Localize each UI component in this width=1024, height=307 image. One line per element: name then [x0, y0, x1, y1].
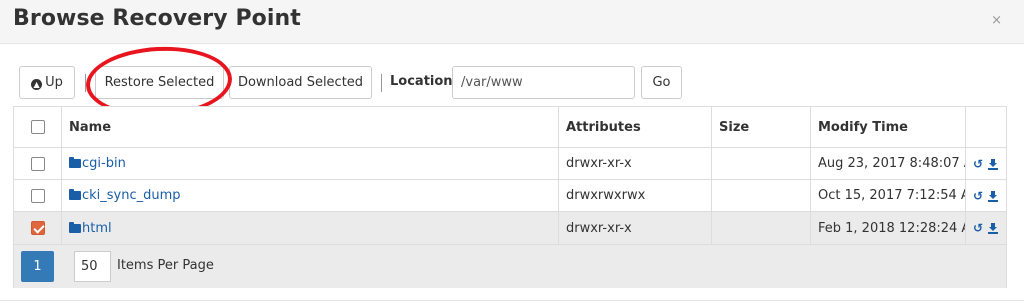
column-header-attributes[interactable]: Attributes	[559, 107, 712, 147]
column-header-name[interactable]: Name	[62, 107, 559, 147]
name-cell: cgi-bin	[62, 148, 559, 179]
table-header-row: Name Attributes Size Modify Time	[14, 107, 1006, 148]
actions-cell: ↺	[966, 180, 1006, 211]
size-cell	[712, 180, 811, 211]
download-icon[interactable]	[986, 220, 1000, 236]
row-checkbox[interactable]	[31, 188, 45, 203]
row-check-cell	[14, 212, 62, 244]
up-button[interactable]: ▲ Up	[19, 66, 75, 99]
row-check-cell	[14, 180, 62, 211]
download-icon[interactable]	[986, 188, 1000, 204]
modify-time-cell: Aug 23, 2017 8:48:07 AM	[811, 148, 966, 179]
download-icon[interactable]	[986, 156, 1000, 172]
attributes-cell: drwxr-xr-x	[559, 148, 712, 179]
dialog-title: Browse Recovery Point	[13, 6, 301, 31]
column-header-actions	[966, 107, 1006, 147]
divider	[0, 300, 1024, 301]
actions-cell: ↺	[966, 148, 1006, 179]
row-check-cell	[14, 148, 62, 179]
restore-selected-button[interactable]: Restore Selected	[95, 66, 224, 99]
modify-time-cell: Oct 15, 2017 7:12:54 AM	[811, 180, 966, 211]
column-header-size[interactable]: Size	[712, 107, 811, 147]
toolbar-divider	[381, 74, 382, 92]
attributes-cell: drwxr-xr-x	[559, 212, 712, 244]
modify-time-cell: Feb 1, 2018 12:28:24 AM	[811, 212, 966, 244]
items-per-page-input[interactable]	[74, 251, 111, 282]
toolbar: ▲ Up Restore Selected Download Selected L…	[19, 66, 719, 99]
folder-icon	[69, 222, 81, 233]
table-row: cgi-bin drwxr-xr-x Aug 23, 2017 8:48:07 …	[14, 148, 1006, 180]
column-header-modify-time[interactable]: Modify Time	[811, 107, 966, 147]
up-button-label: Up	[45, 75, 63, 90]
items-per-page-label: Items Per Page	[117, 258, 214, 273]
rotate-left-icon[interactable]: ↺	[971, 156, 985, 172]
select-all-checkbox[interactable]	[31, 120, 45, 134]
name-cell: cki_sync_dump	[62, 180, 559, 211]
arrow-circle-up-icon: ▲	[31, 79, 43, 90]
page-button-current[interactable]: 1	[21, 251, 54, 282]
pagination-bar: 1 Items Per Page	[14, 245, 1006, 288]
folder-icon	[69, 157, 81, 168]
close-button[interactable]: ×	[991, 13, 1002, 28]
folder-icon	[69, 189, 81, 200]
folder-link[interactable]: cki_sync_dump	[82, 188, 181, 203]
table-row: html drwxr-xr-x Feb 1, 2018 12:28:24 AM …	[14, 212, 1006, 245]
download-selected-button[interactable]: Download Selected	[229, 66, 372, 99]
row-checkbox[interactable]	[31, 156, 45, 171]
name-cell: html	[62, 212, 559, 244]
rotate-left-icon[interactable]: ↺	[971, 188, 985, 204]
dialog-header: Browse Recovery Point ×	[0, 0, 1024, 44]
location-input[interactable]	[452, 66, 635, 99]
folder-link[interactable]: cgi-bin	[82, 156, 126, 171]
rotate-left-icon[interactable]: ↺	[971, 220, 985, 236]
actions-cell: ↺	[966, 212, 1006, 244]
toolbar-divider	[85, 74, 86, 92]
row-checkbox[interactable]	[31, 221, 45, 235]
location-label: Location	[390, 74, 453, 89]
size-cell	[712, 212, 811, 244]
table-row: cki_sync_dump drwxrwxrwx Oct 15, 2017 7:…	[14, 180, 1006, 212]
header-check-cell	[14, 107, 62, 147]
attributes-cell: drwxrwxrwx	[559, 180, 712, 211]
go-button[interactable]: Go	[641, 66, 682, 99]
folder-link[interactable]: html	[82, 221, 112, 236]
size-cell	[712, 148, 811, 179]
file-table: Name Attributes Size Modify Time cgi-bin…	[13, 106, 1007, 288]
